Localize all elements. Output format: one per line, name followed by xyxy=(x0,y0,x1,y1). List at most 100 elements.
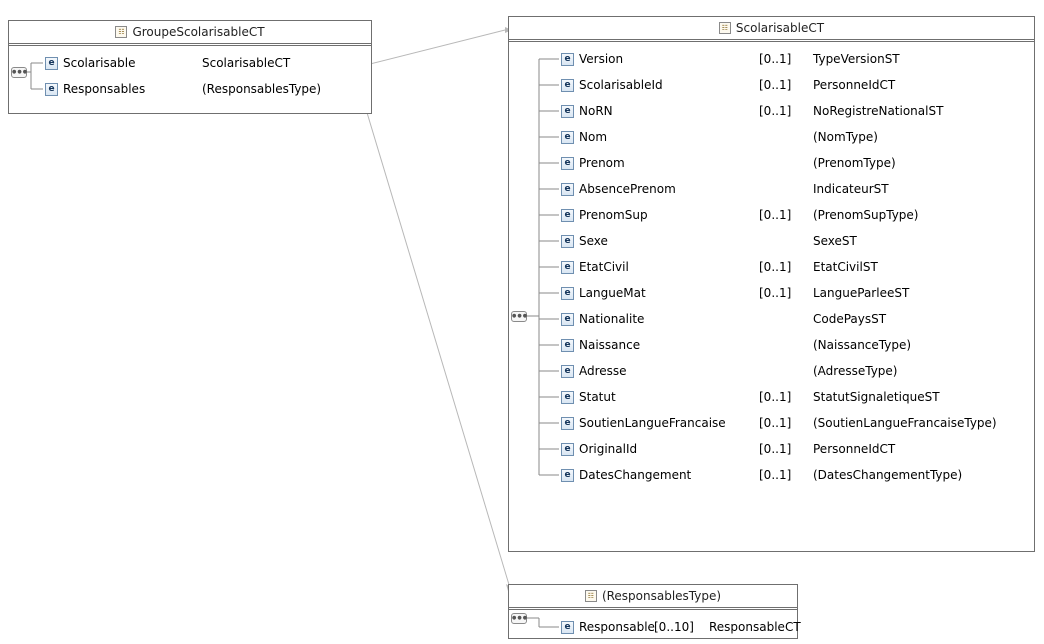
element-cardinality: [0..1] xyxy=(759,208,792,222)
element-icon: e xyxy=(561,260,574,274)
element-type: StatutSignaletiqueST xyxy=(813,390,940,404)
element-row[interactable]: e Responsables (ResponsablesType) xyxy=(9,76,371,102)
element-cardinality: [0..1] xyxy=(759,104,792,118)
element-icon: e xyxy=(561,390,574,404)
element-type: (DatesChangementType) xyxy=(813,468,963,482)
groupe-scolarisable-box[interactable]: ☷ GroupeScolarisableCT ●●● e Scolarisable S… xyxy=(8,20,372,114)
element-name: PrenomSup xyxy=(579,208,648,222)
element-icon: e xyxy=(45,82,58,96)
element-type: LangueParleeST xyxy=(813,286,910,300)
element-cardinality: [0..1] xyxy=(759,390,792,404)
element-icon: e xyxy=(561,182,574,196)
element-type: (NomType) xyxy=(813,130,878,144)
element-type: ResponsableCT xyxy=(709,620,801,634)
element-type: TypeVersionST xyxy=(813,52,900,66)
element-type: IndicateurST xyxy=(813,182,889,196)
element-name: Sexe xyxy=(579,234,608,248)
element-row[interactable]: e Statut [0..1] StatutSignaletiqueST xyxy=(509,384,1034,410)
responsables-header: ☷ (ResponsablesType) xyxy=(509,585,797,610)
element-icon: e xyxy=(561,156,574,170)
element-cardinality: [0..1] xyxy=(759,416,792,430)
element-name: Statut xyxy=(579,390,616,404)
element-cardinality: [0..1] xyxy=(759,442,792,456)
element-name: OriginalId xyxy=(579,442,638,456)
element-row[interactable]: e Adresse (AdresseType) xyxy=(509,358,1034,384)
element-icon: e xyxy=(561,416,574,430)
element-cardinality: [0..1] xyxy=(759,260,792,274)
complex-type-icon: ☷ xyxy=(584,590,597,602)
groupe-title: GroupeScolarisableCT xyxy=(132,25,265,39)
element-row[interactable]: e Nom (NomType) xyxy=(509,124,1034,150)
element-icon: e xyxy=(561,234,574,248)
element-type: (NaissanceType) xyxy=(813,338,912,352)
responsables-title: (ResponsablesType) xyxy=(601,589,722,603)
element-name: Prenom xyxy=(579,156,625,170)
element-type: CodePaysST xyxy=(813,312,887,326)
element-icon: e xyxy=(561,78,574,92)
element-name: EtatCivil xyxy=(579,260,629,274)
element-name: LangueMat xyxy=(579,286,646,300)
groupe-header: ☷ GroupeScolarisableCT xyxy=(9,21,371,46)
element-row[interactable]: e PrenomSup [0..1] (PrenomSupType) xyxy=(509,202,1034,228)
element-row[interactable]: e OriginalId [0..1] PersonneIdCT xyxy=(509,436,1034,462)
connector-responsables xyxy=(361,95,512,589)
element-row[interactable]: e NoRN [0..1] NoRegistreNationalST xyxy=(509,98,1034,124)
element-name: AbsencePrenom xyxy=(579,182,676,196)
element-row[interactable]: e LangueMat [0..1] LangueParleeST xyxy=(509,280,1034,306)
complex-type-icon: ☷ xyxy=(718,22,731,34)
element-icon: e xyxy=(561,364,574,378)
element-icon: e xyxy=(561,312,574,326)
responsables-box[interactable]: ☷ (ResponsablesType) ●●● e Responsable [0..… xyxy=(508,584,801,640)
element-row[interactable]: e SoutienLangueFrancaise [0..1] (SoutienLan… xyxy=(509,410,1034,436)
element-row[interactable]: e Responsable [0..10] ResponsableCT xyxy=(509,614,801,640)
element-type: PersonneIdCT xyxy=(813,78,896,92)
element-row[interactable]: e DatesChangement [0..1] (DatesChangementTy… xyxy=(509,462,1034,488)
element-type: (SoutienLangueFrancaiseType) xyxy=(813,416,997,430)
element-type: ScolarisableCT xyxy=(202,56,291,70)
element-icon: e xyxy=(561,286,574,300)
element-name: Nom xyxy=(579,130,608,144)
element-icon: e xyxy=(561,52,574,66)
element-row[interactable]: e Version [0..1] TypeVersionST xyxy=(509,46,1034,72)
responsables-rows: ●●● e Responsable [0..10] ResponsableCT xyxy=(509,613,801,640)
element-row[interactable]: e Nationalite CodePaysST xyxy=(509,306,1034,332)
scolarisable-header: ☷ ScolarisableCT xyxy=(509,17,1034,42)
element-name: Responsable xyxy=(579,620,655,634)
element-cardinality: [0..10] xyxy=(654,620,694,634)
element-row[interactable]: e ScolarisableId [0..1] PersonneIdCT xyxy=(509,72,1034,98)
groupe-rows: ●●● e Scolarisable ScolarisableCT e Responsab… xyxy=(9,50,371,113)
complex-type-icon: ☷ xyxy=(115,26,128,38)
element-name: Nationalite xyxy=(579,312,645,326)
element-row[interactable]: e EtatCivil [0..1] EtatCivilST xyxy=(509,254,1034,280)
element-icon: e xyxy=(561,620,574,634)
element-type: (AdresseType) xyxy=(813,364,898,378)
scolarisable-title: ScolarisableCT xyxy=(735,21,825,35)
element-row[interactable]: e Sexe SexeST xyxy=(509,228,1034,254)
scolarisable-rows: ●●● e Version [0..1] TypeVersionST e Scolarisa… xyxy=(509,46,1034,551)
element-name: Version xyxy=(579,52,624,66)
element-name: NoRN xyxy=(579,104,613,118)
element-row[interactable]: e Prenom (PrenomType) xyxy=(509,150,1034,176)
element-name: Adresse xyxy=(579,364,627,378)
element-type: PersonneIdCT xyxy=(813,442,896,456)
element-name: Scolarisable xyxy=(63,56,136,70)
element-row[interactable]: e Naissance (NaissanceType) xyxy=(509,332,1034,358)
element-name: DatesChangement xyxy=(579,468,692,482)
element-type: SexeST xyxy=(813,234,857,248)
element-row[interactable]: e Scolarisable ScolarisableCT xyxy=(9,50,371,76)
element-icon: e xyxy=(561,104,574,118)
element-type: EtatCivilST xyxy=(813,260,878,274)
element-icon: e xyxy=(561,208,574,222)
element-cardinality: [0..1] xyxy=(759,52,792,66)
element-icon: e xyxy=(561,130,574,144)
element-name: ScolarisableId xyxy=(579,78,663,92)
element-type: (PrenomType) xyxy=(813,156,896,170)
element-icon: e xyxy=(561,468,574,482)
element-name: Responsables xyxy=(63,82,146,96)
element-type: (ResponsablesType) xyxy=(202,82,322,96)
element-cardinality: [0..1] xyxy=(759,468,792,482)
scolarisable-box[interactable]: ☷ ScolarisableCT ●●● e Version [0..1] TypeVe… xyxy=(508,16,1035,552)
element-icon: e xyxy=(45,56,58,70)
element-cardinality: [0..1] xyxy=(759,286,792,300)
element-row[interactable]: e AbsencePrenom IndicateurST xyxy=(509,176,1034,202)
